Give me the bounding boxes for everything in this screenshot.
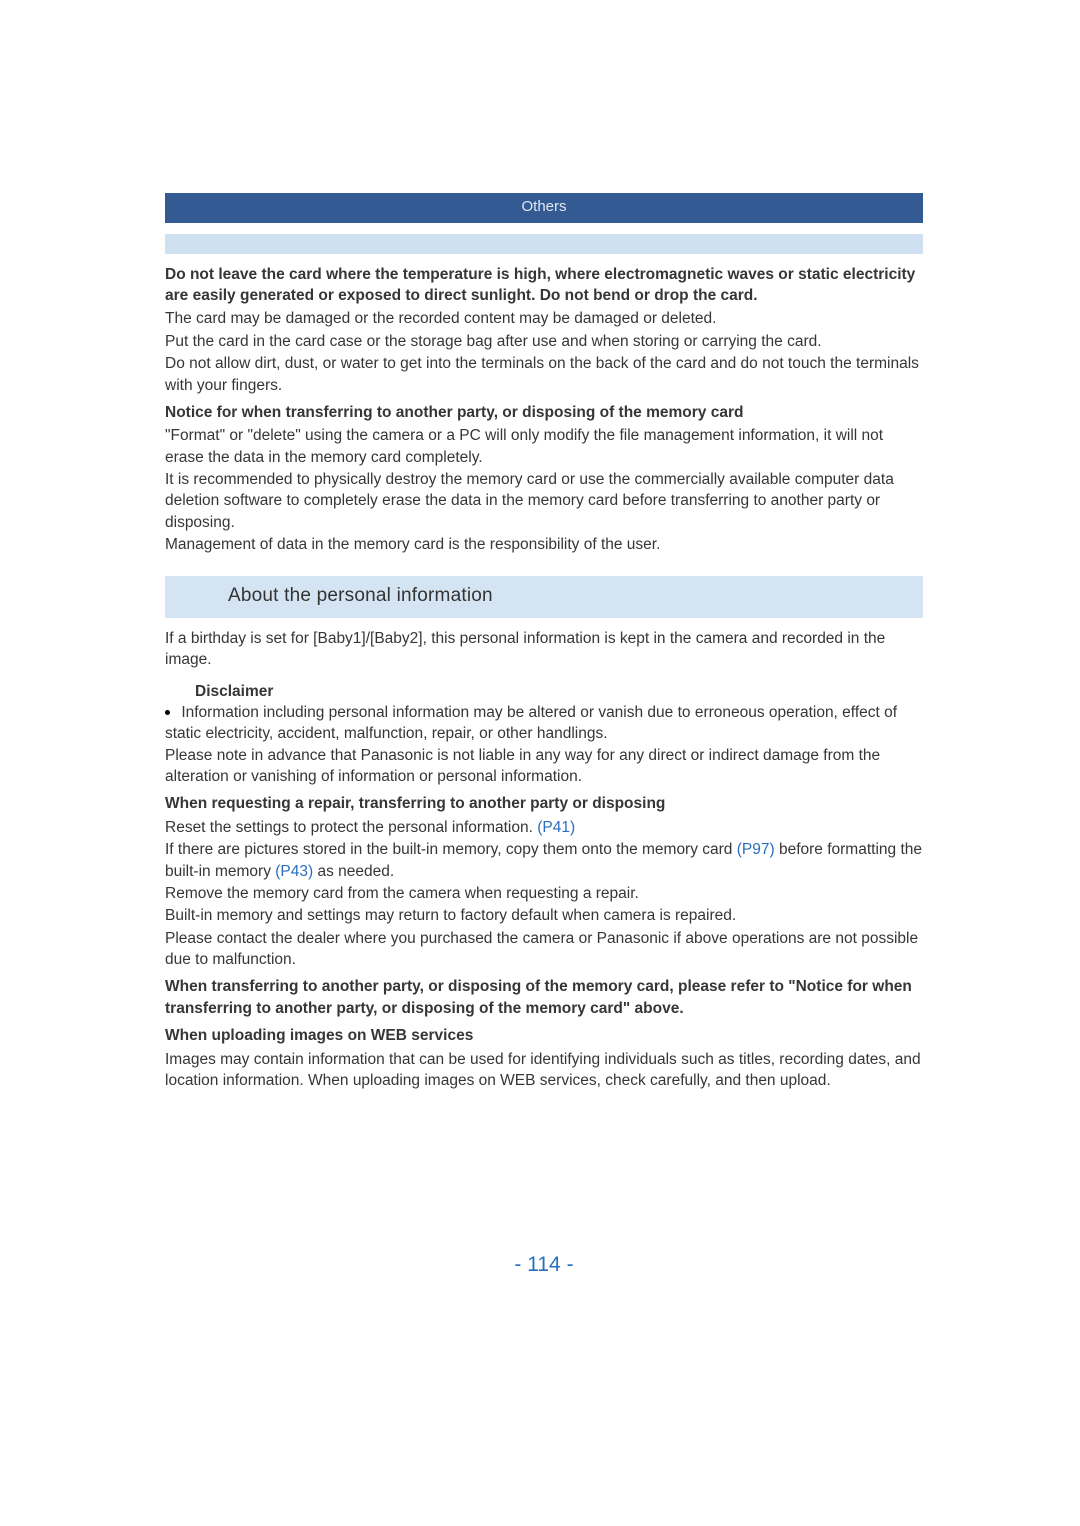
card-paragraph-2: Put the card in the card case or the sto…	[165, 331, 923, 352]
repair-heading: When requesting a repair, transferring t…	[165, 793, 923, 814]
repair-p2-a: If there are pictures stored in the buil…	[165, 841, 737, 858]
link-p97[interactable]: (P97)	[737, 841, 775, 858]
section-banner: Others	[165, 193, 923, 223]
repair-paragraph-5: Please contact the dealer where you purc…	[165, 928, 923, 971]
card-sub-banner	[165, 234, 923, 254]
personal-info-heading-bar: About the personal information	[165, 576, 923, 618]
card-paragraph-1: The card may be damaged or the recorded …	[165, 308, 923, 329]
repair-paragraph-4: Built-in memory and settings may return …	[165, 905, 923, 926]
card-paragraph-6: Management of data in the memory card is…	[165, 534, 923, 555]
transfer-dispose-heading: When transferring to another party, or d…	[165, 976, 923, 1019]
personal-paragraph-1: If a birthday is set for [Baby1]/[Baby2]…	[165, 628, 923, 671]
link-p43[interactable]: (P43)	[275, 863, 313, 880]
disclaimer-heading: Disclaimer	[195, 681, 923, 702]
card-warning-heading-2: Notice for when transferring to another …	[165, 402, 923, 423]
card-paragraph-3: Do not allow dirt, dust, or water to get…	[165, 353, 923, 396]
upload-heading: When uploading images on WEB services	[165, 1025, 923, 1046]
disclaimer-paragraph-2: Please note in advance that Panasonic is…	[165, 745, 923, 788]
page-number: - 114 -	[165, 1251, 923, 1280]
card-paragraph-4: "Format" or "delete" using the camera or…	[165, 425, 923, 468]
repair-paragraph-2: If there are pictures stored in the buil…	[165, 839, 923, 882]
repair-paragraph-1: Reset the settings to protect the person…	[165, 817, 923, 838]
repair-paragraph-1-text: Reset the settings to protect the person…	[165, 819, 537, 836]
upload-paragraph: Images may contain information that can …	[165, 1049, 923, 1092]
repair-p2-c: as needed.	[313, 863, 394, 880]
card-warning-heading-1: Do not leave the card where the temperat…	[165, 264, 923, 307]
repair-paragraph-3: Remove the memory card from the camera w…	[165, 883, 923, 904]
link-p41[interactable]: (P41)	[537, 819, 575, 836]
card-paragraph-5: It is recommended to physically destroy …	[165, 469, 923, 533]
disclaimer-paragraph-1: Information including personal informati…	[165, 704, 897, 742]
